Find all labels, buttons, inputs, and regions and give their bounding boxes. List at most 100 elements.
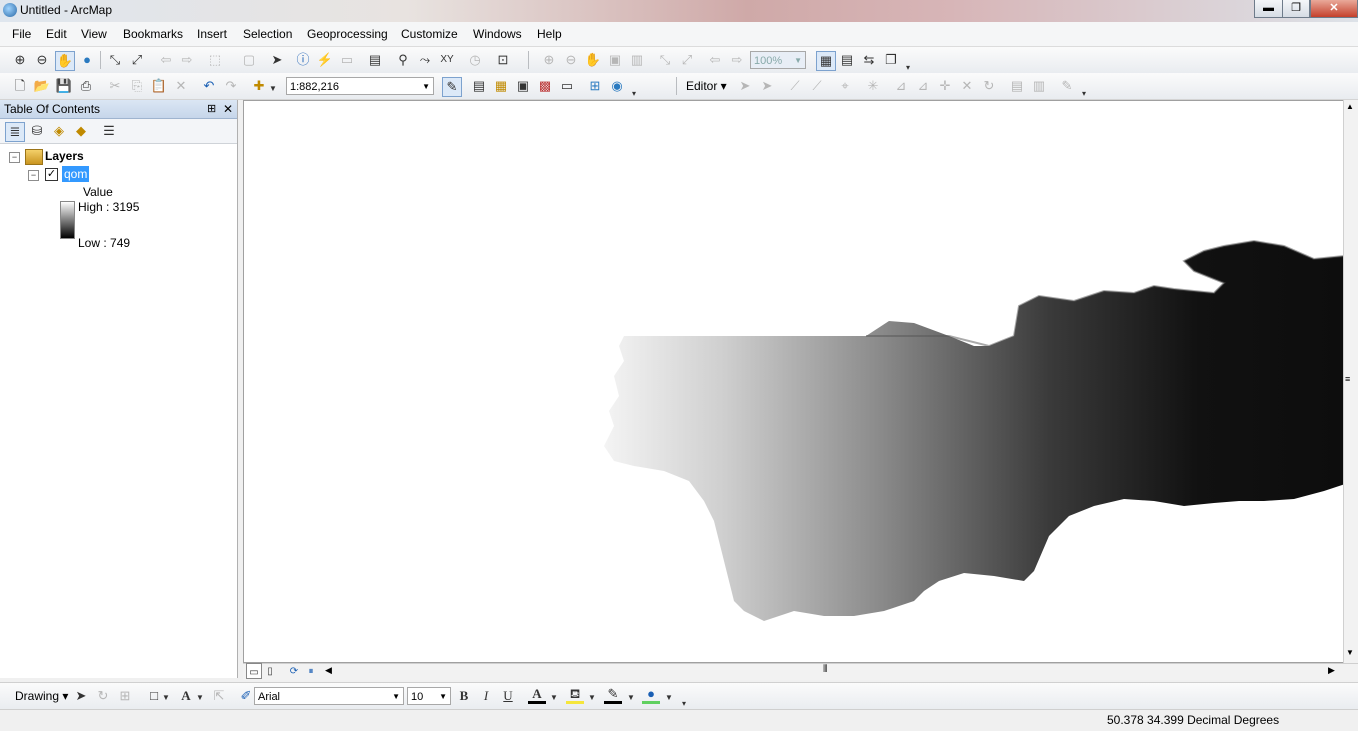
layout-fixed-zoom-in-icon[interactable]: ⤡ — [656, 51, 674, 69]
map-scale-combo[interactable]: 1:882,216 ▼ — [286, 77, 434, 95]
toggle-draft-mode-icon[interactable]: ▦ — [816, 51, 836, 71]
menu-view[interactable]: View — [81, 27, 107, 41]
paste-icon[interactable]: 📋 — [150, 77, 168, 95]
menu-customize[interactable]: Customize — [401, 27, 458, 41]
menu-selection[interactable]: Selection — [243, 27, 292, 41]
layer-collapse-icon[interactable]: − — [28, 170, 39, 181]
scroll-right-icon[interactable]: ▶ — [1328, 665, 1335, 676]
toc-options-icon[interactable]: ☰ — [100, 122, 118, 140]
fixed-zoom-out-icon[interactable]: ⤢ — [128, 51, 146, 69]
attributes-icon[interactable]: ▤ — [1008, 77, 1026, 95]
menu-windows[interactable]: Windows — [473, 27, 522, 41]
back-extent-icon[interactable]: ⇦ — [157, 51, 175, 69]
scroll-up-icon[interactable]: ▲ — [1346, 102, 1354, 111]
save-icon[interactable]: 💾 — [55, 77, 73, 95]
font-family-combo[interactable]: Arial ▼ — [254, 687, 404, 705]
scroll-down-icon[interactable]: ▼ — [1346, 648, 1354, 657]
layout-forward-icon[interactable]: ⇨ — [728, 51, 746, 69]
pause-drawing-icon[interactable]: ⏸ — [304, 663, 318, 677]
layer-visibility-checkbox[interactable]: ✓ — [45, 168, 58, 181]
data-frame-layers[interactable]: Layers — [45, 149, 84, 163]
edit-annotation-icon[interactable]: ➤ — [758, 77, 776, 95]
font-icon[interactable]: ✐ — [237, 687, 255, 705]
scroll-left-icon[interactable]: ◀ — [325, 665, 332, 676]
rotate-icon[interactable]: ↻ — [980, 77, 998, 95]
font-color-dropdown-icon[interactable]: ▼ — [549, 689, 559, 707]
forward-extent-icon[interactable]: ⇨ — [178, 51, 196, 69]
python-window-icon[interactable]: ▭ — [558, 77, 576, 95]
layout-view-icon[interactable]: ▯ — [263, 663, 277, 677]
add-data-icon[interactable]: ✚ — [250, 77, 268, 95]
layer-name-qom[interactable]: qom — [62, 166, 90, 182]
layout-zoom-out-icon[interactable]: ⊖ — [562, 51, 580, 69]
menu-geoprocessing[interactable]: Geoprocessing — [307, 27, 388, 41]
layout-zoom-combo[interactable]: 100% ▼ — [750, 51, 806, 69]
cut-polygons-icon[interactable]: ✛ — [936, 77, 954, 95]
menu-edit[interactable]: Edit — [46, 27, 67, 41]
callout-icon[interactable]: ⇱ — [210, 687, 228, 705]
full-extent-globe-icon[interactable]: ● — [78, 51, 96, 69]
change-layout-icon[interactable]: ⇆ — [860, 51, 878, 69]
layout-pan-icon[interactable]: ✋ — [584, 51, 602, 69]
straight-segment-icon[interactable]: ⟋ — [786, 77, 804, 95]
create-features-icon[interactable]: ✎ — [1058, 77, 1076, 95]
layers-collapse-icon[interactable]: − — [9, 152, 20, 163]
italic-button[interactable]: I — [477, 687, 495, 705]
fill-color-dropdown-icon[interactable]: ▼ — [587, 689, 597, 707]
layout-fixed-zoom-out-icon[interactable]: ⤢ — [678, 51, 696, 69]
bold-button[interactable]: B — [455, 687, 473, 705]
zoom-in-icon[interactable]: ⊕ — [11, 51, 29, 69]
sketch-properties-icon[interactable]: ▥ — [1030, 77, 1048, 95]
select-features-icon[interactable]: ⬚ — [206, 51, 224, 69]
search-window-icon[interactable]: ▣ — [514, 77, 532, 95]
data-view-icon[interactable]: ▭ — [246, 663, 262, 679]
find-route-icon[interactable]: ⤳ — [416, 51, 434, 69]
clear-selection-icon[interactable]: ▢ — [240, 51, 258, 69]
go-to-xy-icon[interactable]: XY — [438, 51, 456, 69]
layout-zoom-whole-page-icon[interactable]: ▣ — [606, 51, 624, 69]
cut-icon[interactable]: ✂ — [106, 77, 124, 95]
list-by-drawing-order-icon[interactable]: ≣ — [5, 122, 25, 142]
text-tool-icon[interactable]: A — [177, 687, 195, 705]
list-by-source-icon[interactable]: ⛁ — [28, 122, 46, 140]
toc-close-button[interactable]: ✕ — [223, 100, 233, 118]
menu-help[interactable]: Help — [537, 27, 562, 41]
list-by-selection-icon[interactable]: ◆ — [72, 122, 90, 140]
marker-color-icon[interactable]: ● — [642, 685, 660, 704]
arctoolbox-icon[interactable]: ▩ — [536, 77, 554, 95]
menu-file[interactable]: File — [12, 27, 31, 41]
maximize-button[interactable]: ❐ — [1282, 0, 1310, 18]
menu-insert[interactable]: Insert — [197, 27, 227, 41]
layout-zoom-100-icon[interactable]: ▥ — [628, 51, 646, 69]
zoom-to-selected-elements-icon[interactable]: ⊞ — [116, 687, 134, 705]
editor-toolbar-icon[interactable]: ✎ — [442, 77, 462, 97]
text-tool-dropdown-icon[interactable]: ▼ — [195, 689, 205, 707]
print-icon[interactable]: ⎙ — [77, 77, 95, 95]
minimize-button[interactable]: ▬ — [1254, 0, 1283, 18]
arcgis-online-icon[interactable]: ◉ — [608, 77, 626, 95]
drawing-menu[interactable]: Drawing ▾ — [15, 689, 68, 703]
refresh-view-icon[interactable]: ⟳ — [287, 663, 301, 677]
delete-icon[interactable]: ✕ — [172, 77, 190, 95]
undo-icon[interactable]: ↶ — [200, 77, 218, 95]
data-driven-pages-icon[interactable]: ❐ — [882, 51, 900, 69]
catalog-window-icon[interactable]: ▦ — [492, 77, 510, 95]
find-binoculars-icon[interactable]: ⚲ — [394, 51, 412, 69]
add-data-dropdown-icon[interactable]: ▼ — [268, 80, 278, 98]
line-color-pen-icon[interactable]: ✎ — [604, 685, 622, 704]
redo-icon[interactable]: ↷ — [222, 77, 240, 95]
modelbuilder-icon[interactable]: ⊞ — [586, 77, 604, 95]
point-icon[interactable]: ✳ — [864, 77, 882, 95]
scroll-grip-icon[interactable]: ≡ — [1345, 374, 1356, 384]
table-of-contents-icon[interactable]: ▤ — [470, 77, 488, 95]
select-elements-arrow-icon[interactable]: ➤ — [268, 51, 286, 69]
fixed-zoom-in-icon[interactable]: ⤡ — [106, 51, 124, 69]
line-color-dropdown-icon[interactable]: ▼ — [626, 689, 636, 707]
split-icon[interactable]: ✕ — [958, 77, 976, 95]
time-slider-icon[interactable]: ◷ — [466, 51, 484, 69]
html-popup-icon[interactable]: ▭ — [338, 51, 356, 69]
scroll-grip-icon[interactable]: ⦀ — [823, 664, 827, 675]
copy-icon[interactable]: ⎘ — [128, 77, 146, 95]
fill-color-bucket-icon[interactable]: ⛾ — [566, 685, 584, 704]
create-viewer-window-icon[interactable]: ⊡ — [494, 51, 512, 69]
